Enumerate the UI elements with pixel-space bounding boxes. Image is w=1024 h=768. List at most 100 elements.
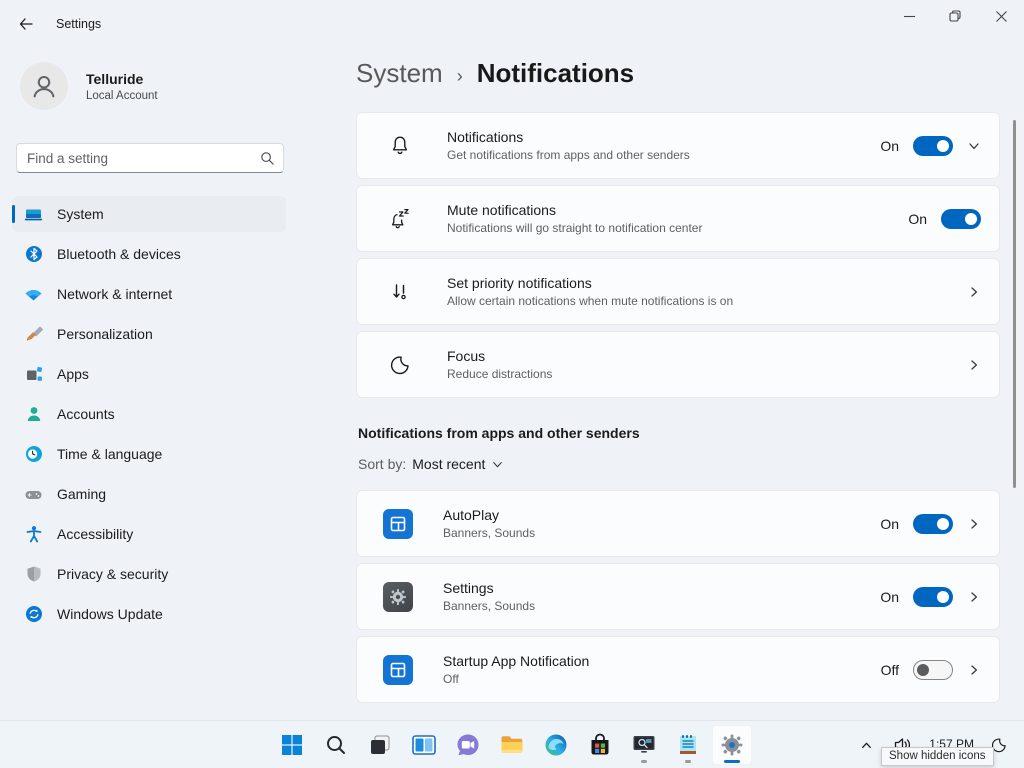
chat-icon [455,732,481,758]
card-subtitle: Get notifications from apps and other se… [447,148,880,162]
notepad-icon [675,732,701,758]
minimize-icon [904,11,915,22]
taskbar-store-button[interactable] [580,725,620,765]
edge-icon [543,732,569,758]
taskbar-start-button[interactable] [272,725,312,765]
app-row-settings[interactable]: Settings Banners, Sounds On [356,563,1000,630]
app-row-autoplay[interactable]: AutoPlay Banners, Sounds On [356,490,1000,557]
search-icon[interactable] [260,151,275,166]
sort-dropdown[interactable]: Sort by: Most recent [358,456,504,472]
account-type: Local Account [86,90,158,102]
taskbar-display-tool-button[interactable] [624,725,664,765]
taskbar-notepad-button[interactable] [668,725,708,765]
sidebar-item-label: Bluetooth & devices [57,246,181,262]
chevron-right-icon [967,590,981,604]
toggle-state-label: On [880,138,899,154]
taskbar-desktops-button[interactable] [404,725,444,765]
chevron-right-icon [967,358,981,372]
chevron-down-icon[interactable] [967,139,981,153]
notifications-toggle[interactable] [913,136,953,156]
personalization-icon [24,325,43,344]
chevron-right-icon [967,517,981,531]
settings-app-toggle[interactable] [913,587,953,607]
autoplay-toggle[interactable] [913,514,953,534]
app-title: Settings [56,17,101,31]
sidebar-item-time-language[interactable]: Time & language [12,436,286,472]
sidebar-item-personalization[interactable]: Personalization [12,316,286,352]
chevron-right-icon [967,663,981,677]
start-icon [280,733,304,757]
priority-icon [387,279,413,305]
settings-gear-icon [719,732,745,758]
taskbar-search-button[interactable] [316,725,356,765]
sidebar-item-label: Accessibility [57,526,133,542]
user-profile[interactable]: Telluride Local Account [20,62,158,110]
display-tool-icon [631,732,657,758]
card-set-priority-notifications[interactable]: Set priority notifications Allow certain… [356,258,1000,325]
settings-app-icon [383,582,413,612]
taskbar: 1:57 PM [0,720,1024,768]
main-content: System › Notifications Notifications Get… [300,48,1024,720]
page-title: Notifications [477,58,634,89]
card-mute-notifications[interactable]: Mute notifications Notifications will go… [356,185,1000,252]
card-focus[interactable]: Focus Reduce distractions [356,331,1000,398]
minimize-button[interactable] [886,0,932,32]
search-box[interactable] [16,143,284,173]
startup-app-icon [383,655,413,685]
chevron-down-icon [491,458,504,471]
bluetooth-icon [24,245,43,264]
task-view-icon [368,733,392,757]
taskbar-chat-button[interactable] [448,725,488,765]
sidebar-item-gaming[interactable]: Gaming [12,476,286,512]
mute-notifications-toggle[interactable] [941,209,981,229]
sidebar-item-network-internet[interactable]: Network & internet [12,276,286,312]
sidebar-item-label: Network & internet [57,286,172,302]
chevron-right-icon [967,285,981,299]
sort-label: Sort by: [358,456,406,472]
sidebar-item-label: Apps [57,366,89,382]
taskbar-edge-button[interactable] [536,725,576,765]
breadcrumb-system[interactable]: System [356,58,443,89]
app-name: Settings [443,580,880,596]
bell-snooze-icon [387,206,413,232]
taskbar-task-view-button[interactable] [360,725,400,765]
close-button[interactable] [978,0,1024,32]
accessibility-icon [24,525,43,544]
running-indicator [641,760,647,763]
card-title: Focus [447,348,967,364]
desktops-icon [411,732,437,758]
card-subtitle: Allow certain notications when mute noti… [447,294,967,308]
show-hidden-icons-button[interactable] [856,735,877,756]
sidebar-item-accounts[interactable]: Accounts [12,396,286,432]
sidebar-item-label: System [57,206,104,222]
startup-app-toggle[interactable] [913,660,953,680]
file-explorer-icon [499,732,525,758]
search-input[interactable] [27,151,260,166]
restore-button[interactable] [932,0,978,32]
sidebar-item-system[interactable]: System [12,196,286,232]
sidebar-item-label: Time & language [57,446,162,462]
active-indicator [724,760,740,763]
taskbar-settings-button[interactable] [712,725,752,765]
toggle-state-label: Off [881,662,899,678]
time-language-icon [24,445,43,464]
card-notifications[interactable]: Notifications Get notifications from app… [356,112,1000,179]
sidebar-item-apps[interactable]: Apps [12,356,286,392]
apps-icon [24,365,43,384]
moon-icon [387,352,413,378]
system-icon [24,205,43,224]
scrollbar-thumb[interactable] [1013,120,1016,488]
app-subtitle: Banners, Sounds [443,599,880,613]
breadcrumb: System › Notifications [356,58,634,89]
back-button[interactable] [6,6,46,42]
card-subtitle: Reduce distractions [447,367,967,381]
taskbar-file-explorer-button[interactable] [492,725,532,765]
sidebar-item-windows-update[interactable]: Windows Update [12,596,286,632]
app-row-startup-app-notification[interactable]: Startup App Notification Off Off [356,636,1000,703]
sidebar-item-bluetooth-devices[interactable]: Bluetooth & devices [12,236,286,272]
sidebar-item-privacy-security[interactable]: Privacy & security [12,556,286,592]
app-name: Startup App Notification [443,653,881,669]
network-icon [24,285,43,304]
gaming-icon [24,485,43,504]
sidebar-item-accessibility[interactable]: Accessibility [12,516,286,552]
